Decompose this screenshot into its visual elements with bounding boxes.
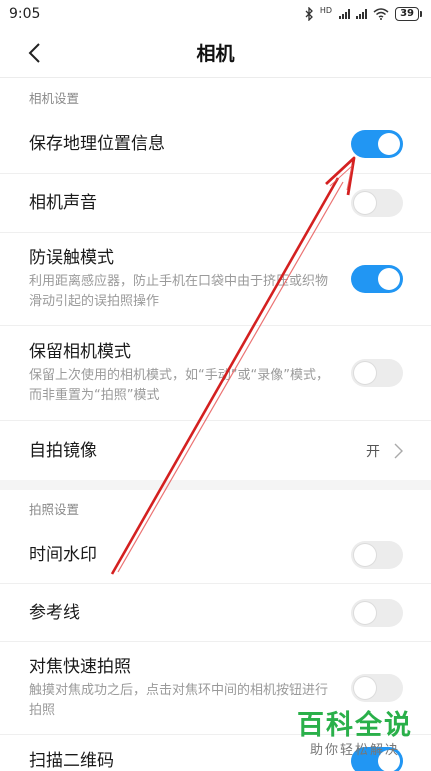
- setting-title: 相机声音: [29, 193, 97, 213]
- time-watermark-toggle[interactable]: [351, 540, 403, 569]
- setting-title: 保存地理位置信息: [29, 134, 165, 154]
- setting-time-watermark[interactable]: 时间水印: [0, 526, 431, 584]
- setting-title: 防误触模式: [29, 248, 114, 268]
- status-time: 9:05: [9, 6, 41, 22]
- wifi-icon: [373, 8, 389, 20]
- nav-bar: 相机: [0, 28, 431, 78]
- setting-keep-camera-mode[interactable]: 保留相机模式 保留上次使用的相机模式，如“手动”或“录像”模式，而非重置为“拍照…: [0, 326, 431, 421]
- setting-description: 利用距离感应器，防止手机在口袋中由于挤压或织物滑动引起的误拍照操作: [29, 274, 329, 309]
- section-header-photo-settings: 拍照设置: [29, 501, 80, 517]
- signal-icon: [339, 9, 351, 19]
- save-location-toggle[interactable]: [351, 130, 403, 158]
- toggle-knob: [354, 677, 376, 699]
- section-header-camera-settings: 相机设置: [29, 90, 80, 106]
- status-bar: 9:05 HD 39: [0, 0, 431, 28]
- setting-selfie-mirror[interactable]: 自拍镜像 开: [0, 421, 431, 480]
- setting-anti-mistouch[interactable]: 防误触模式 利用距离感应器，防止手机在口袋中由于挤压或织物滑动引起的误拍照操作: [0, 233, 431, 326]
- toggle-knob: [378, 133, 400, 155]
- setting-title: 参考线: [29, 602, 80, 623]
- setting-camera-sound[interactable]: 相机声音: [0, 174, 431, 233]
- back-arrow-icon[interactable]: [24, 41, 48, 65]
- page-title: 相机: [196, 43, 235, 65]
- focus-shoot-toggle[interactable]: [351, 674, 403, 702]
- signal-icon-2: [356, 9, 368, 19]
- toggle-knob: [378, 268, 400, 290]
- brand-watermark: 百科全说 助你轻松解决: [297, 710, 413, 760]
- watermark-title: 百科全说: [297, 710, 413, 741]
- setting-description: 触摸对焦成功之后，点击对焦环中间的相机按钮进行拍照: [29, 683, 329, 718]
- toggle-knob: [354, 543, 376, 566]
- section-divider: [0, 480, 431, 490]
- chevron-right-icon: [394, 443, 403, 458]
- watermark-subtitle: 助你轻松解决: [309, 743, 400, 758]
- setting-title: 时间水印: [29, 544, 97, 565]
- battery-icon: 39: [395, 7, 422, 21]
- setting-title: 扫描二维码: [29, 750, 114, 771]
- setting-title: 保留相机模式: [29, 342, 131, 362]
- toggle-knob: [354, 362, 376, 384]
- camera-sound-toggle[interactable]: [351, 189, 403, 217]
- setting-description: 保留上次使用的相机模式，如“手动”或“录像”模式，而非重置为“拍照”模式: [29, 368, 329, 403]
- toggle-knob: [354, 601, 376, 624]
- gridlines-toggle[interactable]: [351, 598, 403, 627]
- selfie-mirror-value: 开: [366, 443, 380, 460]
- setting-save-location[interactable]: 保存地理位置信息: [0, 115, 431, 174]
- toggle-knob: [354, 192, 376, 214]
- setting-title: 自拍镜像: [29, 440, 97, 461]
- status-icons: HD 39: [305, 6, 422, 21]
- setting-title: 对焦快速拍照: [29, 657, 131, 677]
- network-type-label: HD: [319, 6, 333, 15]
- anti-mistouch-toggle[interactable]: [351, 265, 403, 293]
- keep-mode-toggle[interactable]: [351, 359, 403, 387]
- bluetooth-icon: [305, 7, 313, 21]
- setting-gridlines[interactable]: 参考线: [0, 584, 431, 642]
